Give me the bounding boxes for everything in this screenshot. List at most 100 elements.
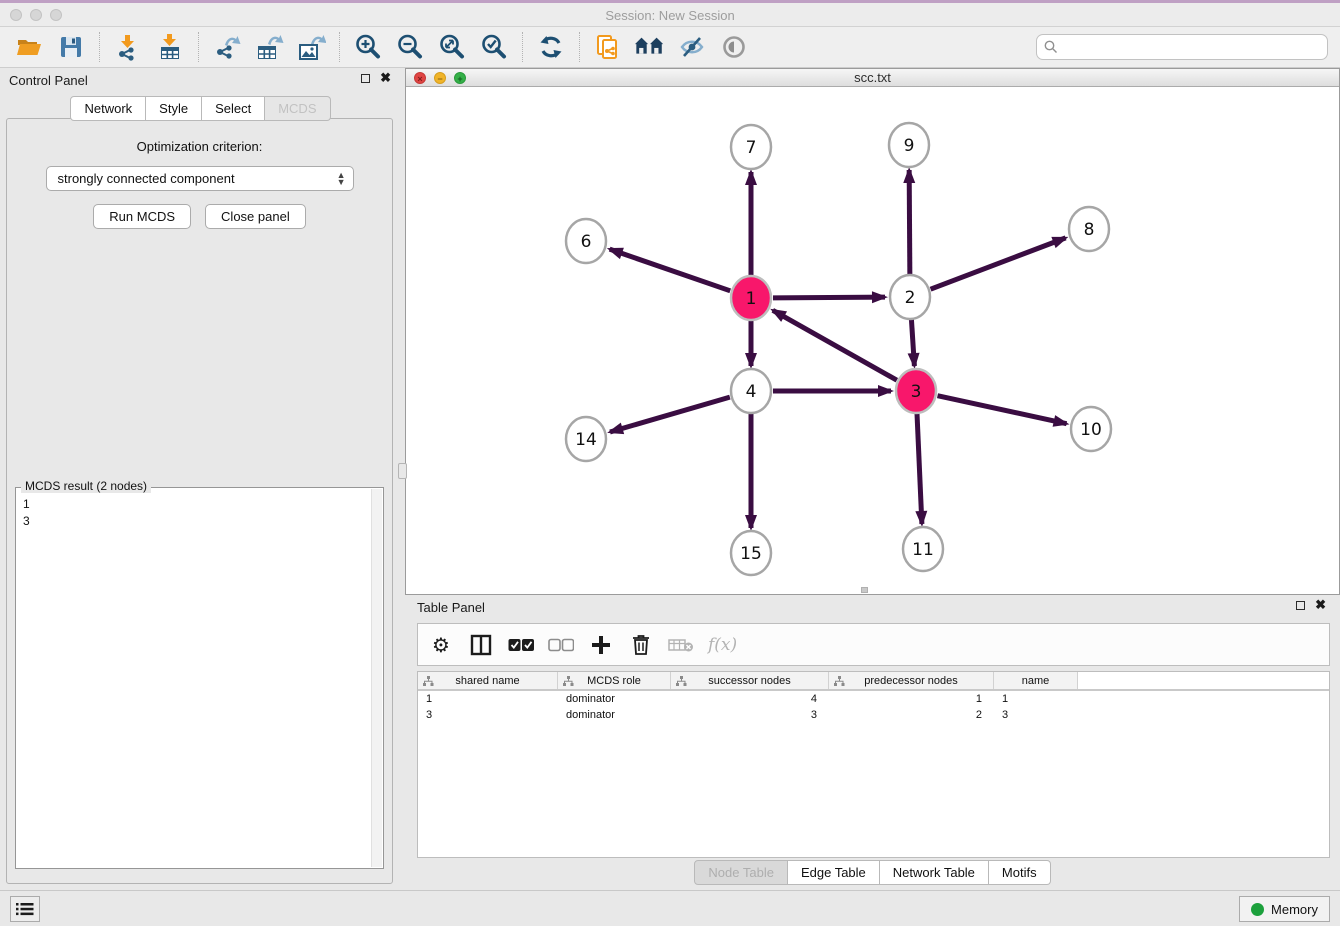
table-row[interactable]: 1dominator411 bbox=[418, 691, 1329, 707]
graph-node-15[interactable]: 15 bbox=[731, 531, 771, 575]
search-input[interactable] bbox=[1063, 37, 1327, 57]
status-bar: Memory bbox=[0, 890, 1340, 926]
graph-node-3[interactable]: 3 bbox=[896, 369, 936, 413]
import-network-button[interactable] bbox=[112, 31, 144, 63]
table-cell[interactable]: dominator bbox=[558, 691, 671, 707]
zoom-fit-button[interactable] bbox=[436, 31, 468, 63]
table-cell[interactable]: 3 bbox=[418, 707, 558, 723]
svg-text:15: 15 bbox=[740, 544, 762, 564]
zoom-in-icon bbox=[354, 33, 382, 61]
canvas-resize-grip[interactable] bbox=[861, 587, 868, 593]
column-header-predecessor-nodes[interactable]: predecessor nodes bbox=[829, 672, 994, 689]
table-toolbar: ⚙ bbox=[417, 623, 1330, 666]
table-cell[interactable]: dominator bbox=[558, 707, 671, 723]
graph-node-10[interactable]: 10 bbox=[1071, 407, 1111, 451]
zoom-in-button[interactable] bbox=[352, 31, 384, 63]
network-close-button[interactable]: × bbox=[414, 72, 426, 84]
table-cell[interactable]: 3 bbox=[671, 707, 829, 723]
column-header-name[interactable]: name bbox=[994, 672, 1078, 689]
control-tab-select[interactable]: Select bbox=[202, 96, 265, 121]
table-cell[interactable]: 1 bbox=[994, 691, 1078, 707]
function-builder-button[interactable]: f(x) bbox=[708, 631, 737, 659]
run-mcds-button[interactable]: Run MCDS bbox=[93, 204, 191, 229]
graph-edge-2-9[interactable] bbox=[909, 170, 910, 275]
table-panel-float-button[interactable] bbox=[1296, 601, 1305, 610]
control-tab-style[interactable]: Style bbox=[146, 96, 202, 121]
table-tab-node-table[interactable]: Node Table bbox=[694, 860, 788, 885]
import-table-button[interactable] bbox=[154, 31, 186, 63]
zoom-selected-button[interactable] bbox=[478, 31, 510, 63]
control-tab-network[interactable]: Network bbox=[70, 96, 146, 121]
table-panel-close-icon[interactable]: ✖ bbox=[1315, 600, 1326, 610]
graph-edge-1-2[interactable] bbox=[773, 297, 885, 298]
close-panel-button[interactable]: Close panel bbox=[205, 204, 306, 229]
memory-button[interactable]: Memory bbox=[1239, 896, 1330, 922]
save-session-button[interactable] bbox=[55, 31, 87, 63]
export-table-icon bbox=[254, 33, 284, 61]
table-cell[interactable]: 2 bbox=[829, 707, 994, 723]
control-tab-mcds[interactable]: MCDS bbox=[265, 96, 330, 121]
node-table: shared nameMCDS rolesuccessor nodesprede… bbox=[417, 671, 1330, 858]
refresh-view-button[interactable] bbox=[535, 31, 567, 63]
table-tab-network-table[interactable]: Network Table bbox=[880, 860, 989, 885]
control-panel-float-button[interactable] bbox=[361, 74, 370, 83]
network-window-titlebar[interactable]: × − + scc.txt bbox=[406, 69, 1339, 87]
select-all-checkboxes-button[interactable] bbox=[508, 631, 534, 659]
graph-edge-3-1[interactable] bbox=[773, 310, 897, 380]
unchecked-boxes-icon bbox=[548, 638, 574, 652]
graph-node-14[interactable]: 14 bbox=[566, 417, 606, 461]
table-cell[interactable]: 1 bbox=[418, 691, 558, 707]
delete-column-button[interactable] bbox=[668, 631, 694, 659]
graph-node-11[interactable]: 11 bbox=[903, 527, 943, 571]
network-maximize-button[interactable]: + bbox=[454, 72, 466, 84]
graph-node-6[interactable]: 6 bbox=[566, 219, 606, 263]
column-header-MCDS-role[interactable]: MCDS role bbox=[558, 672, 671, 689]
graph-edge-1-6[interactable] bbox=[610, 249, 731, 291]
first-neighbors-button[interactable] bbox=[634, 31, 666, 63]
network-minimize-button[interactable]: − bbox=[434, 72, 446, 84]
import-table-icon bbox=[156, 33, 184, 61]
deselect-all-checkboxes-button[interactable] bbox=[548, 631, 574, 659]
graph-edge-2-8[interactable] bbox=[931, 238, 1066, 289]
graph-edge-3-11[interactable] bbox=[917, 413, 922, 524]
save-disk-icon bbox=[58, 34, 84, 60]
export-network-button[interactable] bbox=[211, 31, 243, 63]
zoom-out-button[interactable] bbox=[394, 31, 426, 63]
table-tab-edge-table[interactable]: Edge Table bbox=[788, 860, 880, 885]
task-history-button[interactable] bbox=[10, 896, 40, 922]
table-cell[interactable]: 4 bbox=[671, 691, 829, 707]
table-tab-motifs[interactable]: Motifs bbox=[989, 860, 1051, 885]
graph-edge-2-3[interactable] bbox=[911, 319, 914, 366]
table-cell[interactable]: 1 bbox=[829, 691, 994, 707]
show-columns-button[interactable] bbox=[468, 631, 494, 659]
panel-divider-grip[interactable] bbox=[398, 463, 407, 479]
graph-edge-3-10[interactable] bbox=[937, 396, 1066, 424]
graph-node-1[interactable]: 1 bbox=[731, 276, 771, 320]
column-header-shared-name[interactable]: shared name bbox=[418, 672, 558, 689]
table-options-button[interactable]: ⚙ bbox=[428, 631, 454, 659]
table-cell[interactable]: 3 bbox=[994, 707, 1078, 723]
export-table-button[interactable] bbox=[253, 31, 285, 63]
add-row-button[interactable] bbox=[588, 631, 614, 659]
column-header-successor-nodes[interactable]: successor nodes bbox=[671, 672, 829, 689]
new-network-from-selection-button[interactable] bbox=[592, 31, 624, 63]
delete-column-icon bbox=[668, 637, 694, 653]
svg-text:8: 8 bbox=[1084, 220, 1095, 240]
graph-node-8[interactable]: 8 bbox=[1069, 207, 1109, 251]
graph-node-4[interactable]: 4 bbox=[731, 369, 771, 413]
hide-selected-button[interactable] bbox=[676, 31, 708, 63]
graph-edge-4-14[interactable] bbox=[610, 397, 730, 432]
delete-row-button[interactable] bbox=[628, 631, 654, 659]
criterion-dropdown[interactable]: strongly connected component ▲▼ bbox=[46, 166, 354, 191]
search-field-container bbox=[1036, 34, 1328, 60]
export-image-button[interactable] bbox=[295, 31, 327, 63]
control-panel-close-icon[interactable]: ✖ bbox=[380, 73, 391, 83]
result-scrollbar[interactable] bbox=[371, 489, 382, 867]
graph-node-7[interactable]: 7 bbox=[731, 125, 771, 169]
table-row[interactable]: 3dominator323 bbox=[418, 707, 1329, 723]
show-hidden-button[interactable] bbox=[718, 31, 750, 63]
open-session-button[interactable] bbox=[13, 31, 45, 63]
graph-node-2[interactable]: 2 bbox=[890, 275, 930, 319]
network-canvas[interactable]: 7 9 6 8 1 2 4 3 14 10 15 11 bbox=[406, 87, 1339, 594]
graph-node-9[interactable]: 9 bbox=[889, 123, 929, 167]
